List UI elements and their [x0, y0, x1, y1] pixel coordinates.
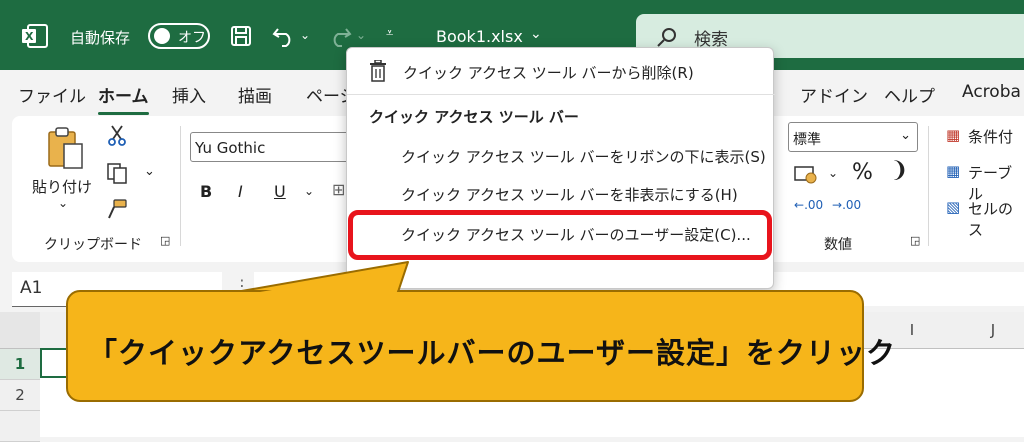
callout-text: 「クイックアクセスツールバーのユーザー設定」をクリック [88, 336, 896, 370]
